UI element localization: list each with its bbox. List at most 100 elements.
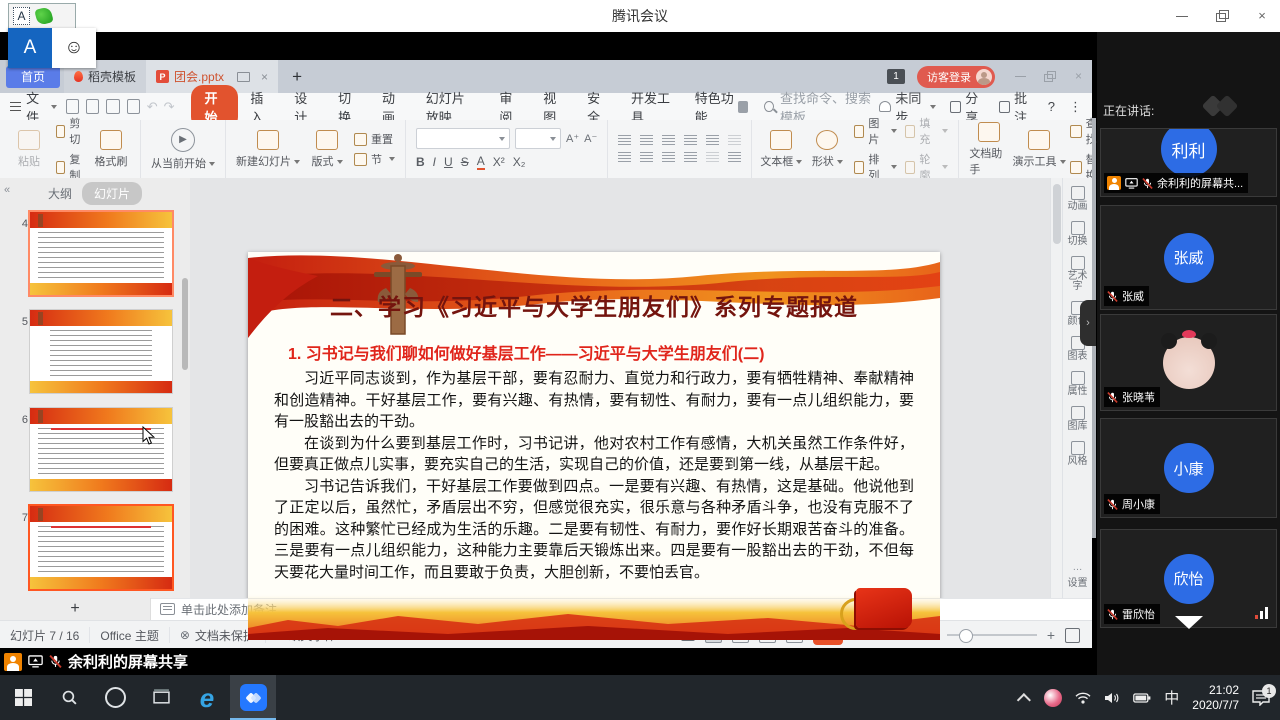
font-color-button[interactable]: A [477, 154, 485, 170]
new-slide-button[interactable]: 新建幻灯片 [236, 130, 300, 169]
edge-button[interactable]: e [184, 675, 230, 720]
wps-minimize-button[interactable] [1015, 71, 1026, 82]
zoom-slider[interactable] [947, 634, 1037, 636]
reset-button[interactable]: 重置 [354, 131, 395, 147]
italic-button[interactable]: I [433, 155, 436, 169]
pane-more-icon[interactable]: … [1073, 562, 1083, 573]
action-center-button[interactable]: 1 [1252, 690, 1270, 706]
tab-outline[interactable]: 大纲 [48, 185, 72, 202]
fill-button[interactable]: 填充 [905, 115, 948, 147]
indent-decrease-icon[interactable] [662, 135, 675, 146]
ime-mode-emoji[interactable]: ☺ [52, 28, 96, 68]
indent-increase-icon[interactable] [684, 135, 697, 146]
present-tools-button[interactable]: 演示工具 [1016, 130, 1062, 169]
font-size-select[interactable] [515, 128, 561, 149]
volume-icon[interactable] [1104, 692, 1120, 704]
picture-button[interactable]: 图片 [854, 115, 897, 147]
text-direction-icon[interactable] [706, 135, 719, 146]
ime-popup[interactable]: A ☺ [8, 28, 96, 68]
ime-handwriting-icon[interactable] [34, 6, 54, 26]
cut-button[interactable]: 剪切 [56, 115, 84, 147]
textbox-button[interactable]: 文本框 [762, 130, 800, 169]
undo-icon[interactable]: ↶ [147, 99, 158, 115]
print-icon[interactable] [106, 99, 119, 114]
zoom-in-button[interactable]: + [1047, 627, 1055, 643]
pane-gallery[interactable]: 图库 [1066, 406, 1090, 432]
participant-tile-zhangxiaowei[interactable]: 张晓苇 [1100, 314, 1277, 411]
new-document-tab-button[interactable]: + [292, 67, 302, 87]
task-view-button[interactable] [138, 675, 184, 720]
tencent-meeting-taskbar-button[interactable] [230, 675, 276, 720]
output-icon[interactable] [86, 99, 99, 114]
ime-indicator[interactable]: 中 [1164, 687, 1179, 708]
restore-button[interactable] [1216, 10, 1228, 22]
justify-icon[interactable] [684, 152, 697, 163]
wifi-icon[interactable] [1075, 692, 1091, 704]
format-painter-button[interactable]: 格式刷 [92, 130, 130, 169]
panel-scrollbar[interactable] [182, 278, 188, 370]
pane-settings[interactable]: 设置 [1066, 579, 1090, 589]
pane-animation[interactable]: 动画 [1066, 186, 1090, 212]
taskbar-search-button[interactable] [46, 675, 92, 720]
participant-tile-zhangwei[interactable]: 张威 张威 [1100, 205, 1277, 310]
close-button[interactable]: × [1256, 10, 1268, 22]
bullet-list-icon[interactable] [618, 135, 631, 146]
pane-properties[interactable]: 属性 [1066, 371, 1090, 397]
subscript-button[interactable]: X₂ [513, 155, 526, 169]
underline-button[interactable]: U [444, 155, 453, 169]
minimize-button[interactable] [1176, 10, 1188, 22]
docs-count-badge[interactable]: 1 [887, 69, 905, 84]
guest-login-button[interactable]: 访客登录 [917, 66, 995, 88]
zoom-slider-knob[interactable] [959, 629, 973, 643]
section-button[interactable]: 节 [354, 151, 395, 167]
ime-mode-letter[interactable]: A [8, 28, 52, 68]
scroll-down-arrow[interactable] [1175, 616, 1203, 629]
save-icon[interactable] [66, 99, 79, 114]
paste-button[interactable]: 粘贴 [10, 130, 48, 169]
align-left-icon[interactable] [618, 152, 631, 163]
align-right-icon[interactable] [662, 152, 675, 163]
battery-icon[interactable] [1133, 693, 1151, 703]
sidebar-collapse-handle[interactable]: › [1080, 300, 1096, 346]
distribute-icon[interactable] [706, 152, 719, 163]
doc-assistant-button[interactable]: 文档助手 [969, 122, 1008, 177]
shrink-font-button[interactable]: A⁻ [584, 132, 597, 145]
ime-letter-icon[interactable]: A [13, 7, 30, 25]
pane-style[interactable]: 风格 [1066, 441, 1090, 467]
more-menu-button[interactable]: ⋮ [1069, 99, 1082, 115]
redo-icon[interactable]: ↷ [164, 99, 175, 115]
pane-wordart[interactable]: 艺术字 [1066, 256, 1090, 292]
line-spacing-icon[interactable] [728, 152, 741, 163]
theme-name[interactable]: Office 主题 [90, 627, 169, 643]
align-center-icon[interactable] [640, 152, 653, 163]
participant-tile-zhouxiaokang[interactable]: 小康 周小康 [1100, 418, 1277, 518]
wps-close-button[interactable]: × [1073, 71, 1084, 82]
slide-thumbnail-5[interactable] [30, 310, 172, 393]
strikethrough-button[interactable]: S [461, 155, 469, 169]
columns-icon[interactable] [728, 135, 741, 146]
number-list-icon[interactable] [640, 135, 653, 146]
grow-font-button[interactable]: A⁺ [566, 132, 579, 145]
ime-toolbar[interactable]: A [8, 3, 76, 29]
add-slide-button[interactable]: + [0, 598, 151, 620]
tray-app-icon[interactable] [1044, 689, 1062, 707]
slide[interactable]: 二、学习《习近平与大学生朋友们》系列专题报道 1. 习书记与我们聊如何做好基层工… [248, 252, 940, 640]
slide-thumbnail-6[interactable] [30, 408, 172, 491]
participant-tile-leixinyi[interactable]: 欣怡 雷欣怡 [1100, 529, 1277, 628]
fit-slide-icon[interactable] [1065, 628, 1080, 643]
slide-thumbnail-7[interactable] [30, 506, 172, 589]
cortana-button[interactable] [92, 675, 138, 720]
play-from-current-button[interactable]: ▶ 从当前开始 [151, 128, 215, 171]
superscript-button[interactable]: X² [493, 155, 505, 169]
font-name-select[interactable] [416, 128, 510, 149]
slide-thumbnail-4[interactable] [30, 212, 172, 295]
bold-button[interactable]: B [416, 155, 425, 169]
pane-transition[interactable]: 切换 [1066, 221, 1090, 247]
help-button[interactable]: ? [1048, 99, 1055, 114]
start-button[interactable] [0, 675, 46, 720]
taskbar-clock[interactable]: 21:02 2020/7/7 [1192, 683, 1239, 713]
participant-tile-yulili[interactable]: 利利 余利利的屏幕共... [1100, 128, 1277, 197]
wps-restore-button[interactable] [1044, 71, 1055, 82]
close-document-icon[interactable]: × [261, 70, 268, 84]
layout-button[interactable]: 版式 [308, 130, 346, 169]
